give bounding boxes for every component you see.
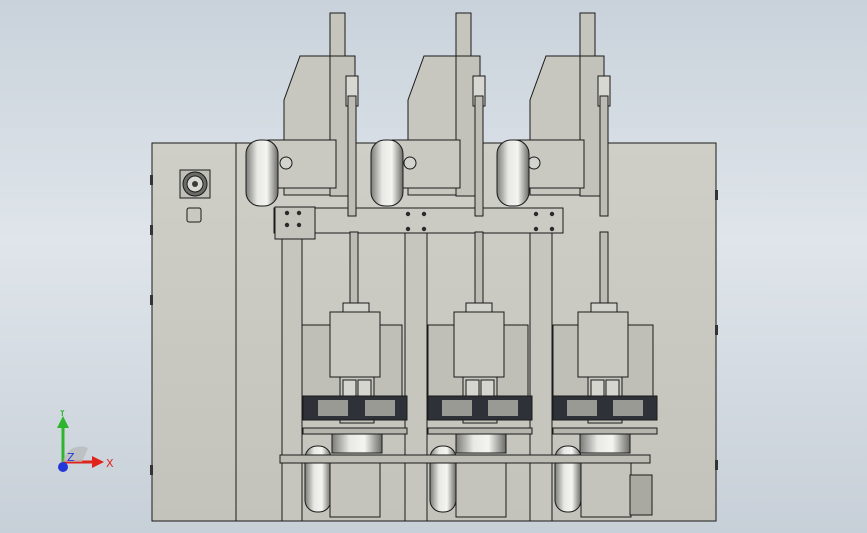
switch-box	[186, 207, 202, 223]
axis-triad: Y X Z	[57, 410, 114, 472]
fan-icon	[179, 169, 211, 199]
cad-viewport[interactable]: Y X Z	[0, 0, 867, 533]
z-axis-label: Z	[67, 451, 75, 464]
machine-model[interactable]	[0, 0, 867, 533]
cross-beam	[273, 207, 564, 234]
x-axis-head	[92, 456, 104, 468]
y-axis-label: Y	[58, 410, 66, 419]
x-axis-label: X	[106, 457, 114, 470]
